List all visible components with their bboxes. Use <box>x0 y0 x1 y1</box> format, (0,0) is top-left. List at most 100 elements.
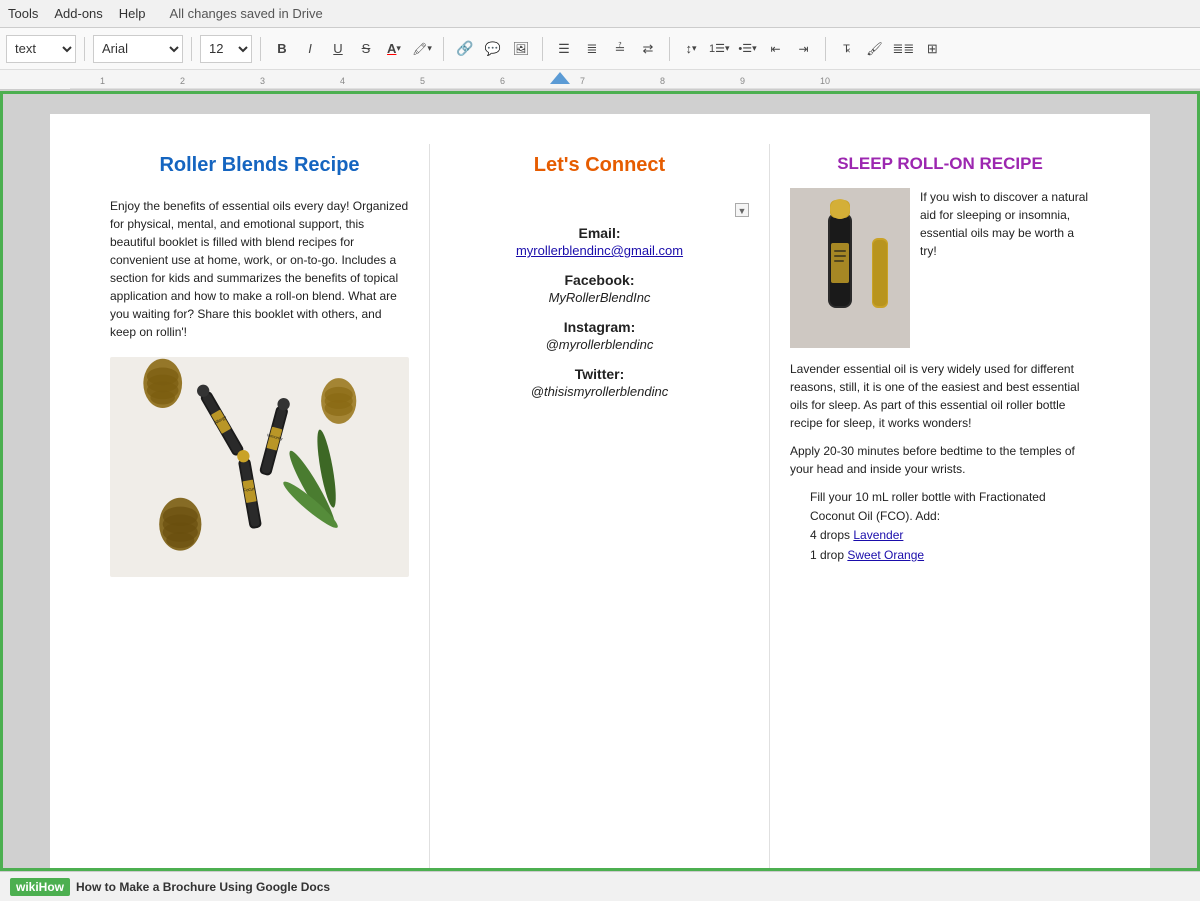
format-group: B I U S A ▾ 🖍 ▾ <box>269 35 435 63</box>
strikethrough-button[interactable]: S <box>353 35 379 63</box>
style-group: text <box>6 35 76 63</box>
lavender-link[interactable]: Lavender <box>853 528 903 542</box>
svg-text:3: 3 <box>260 76 265 86</box>
footer-bar: wikiHow How to Make a Brochure Using Goo… <box>0 871 1200 901</box>
align-right-icon: ≟ <box>615 41 626 57</box>
bullet-list-button[interactable]: •☰ ▾ <box>735 35 761 63</box>
align-center-icon: ≣ <box>587 41 598 57</box>
col1-title: Roller Blends Recipe <box>110 154 409 177</box>
spacing-group: ↕ ▾ 1☰ ▾ •☰ ▾ ⇤ ⇥ <box>678 35 817 63</box>
col3-title: SLEEP ROLL-ON RECIPE <box>790 154 1090 174</box>
col3-para1: Lavender essential oil is very widely us… <box>790 360 1090 432</box>
underline-button[interactable]: U <box>325 35 351 63</box>
sweet-orange-link[interactable]: Sweet Orange <box>847 548 924 562</box>
bullet-list-icon: •☰ <box>738 42 752 55</box>
align-justify-icon: ⇄ <box>643 41 654 57</box>
image-button[interactable]: 🖼 <box>508 35 534 63</box>
link-button[interactable]: 🔗 <box>452 35 478 63</box>
col3-image <box>790 188 910 348</box>
align-group: ☰ ≣ ≟ ⇄ <box>551 35 661 63</box>
align-left-button[interactable]: ☰ <box>551 35 577 63</box>
sep6 <box>669 37 670 61</box>
col3-recipe-intro: Fill your 10 mL roller bottle with Fract… <box>810 488 1090 526</box>
align-left-icon: ☰ <box>558 41 570 57</box>
how-to-label: How to Make a Brochure Using Google Docs <box>76 880 330 894</box>
highlight-icon: 🖍 <box>412 42 427 56</box>
highlight-button[interactable]: 🖍 ▾ <box>409 35 435 63</box>
col1-body: Enjoy the benefits of essential oils eve… <box>110 197 409 341</box>
col3-intro-text: If you wish to discover a natural aid fo… <box>920 188 1090 348</box>
instagram-value: @myrollerblendinc <box>450 337 749 352</box>
col2-title: Let's Connect <box>450 154 749 177</box>
numbered-list-icon: 1☰ <box>709 42 725 55</box>
ruler-inner: 1 2 3 4 5 6 7 8 9 10 <box>70 70 1200 89</box>
column-3: SLEEP ROLL-ON RECIPE <box>770 144 1110 871</box>
indent-less-button[interactable]: ⇤ <box>763 35 789 63</box>
paint-format-icon: 🖌 <box>866 41 883 57</box>
menu-addons[interactable]: Add-ons <box>54 6 102 21</box>
svg-text:1: 1 <box>100 76 105 86</box>
indent-more-icon: ⇥ <box>798 42 808 56</box>
instagram-label: Instagram: <box>564 319 636 335</box>
col3-ingredient1: 4 drops Lavender <box>810 526 1090 545</box>
scroll-indicator[interactable]: ▼ <box>735 203 749 217</box>
text-color-button[interactable]: A ▾ <box>381 35 407 63</box>
paint-format-button[interactable]: 🖌 <box>862 35 888 63</box>
font-group: Arial <box>93 35 183 63</box>
numbered-list-button[interactable]: 1☰ ▾ <box>706 35 733 63</box>
align-right-button[interactable]: ≟ <box>607 35 633 63</box>
italic-button[interactable]: I <box>297 35 323 63</box>
document-wrapper: Roller Blends Recipe Enjoy the benefits … <box>0 91 1200 871</box>
svg-text:9: 9 <box>740 76 745 86</box>
column-2: Let's Connect ▼ Email: myrollerblendinc@… <box>430 144 770 871</box>
image-icon: 🖼 <box>513 41 530 57</box>
extra-group: T✕ 🖌 ≣≣ ⊞ <box>834 35 946 63</box>
col3-ingredient2: 1 drop Sweet Orange <box>810 546 1090 565</box>
email-label: Email: <box>578 225 620 241</box>
align-justify-button[interactable]: ⇄ <box>635 35 661 63</box>
sep1 <box>84 37 85 61</box>
col1-image: Allergy Immunity <box>110 357 409 577</box>
twitter-value: @thisismyrollerblendinc <box>450 384 749 399</box>
email-item: Email: myrollerblendinc@gmail.com <box>450 225 749 258</box>
email-link[interactable]: myrollerblendinc@gmail.com <box>450 243 749 258</box>
facebook-label: Facebook: <box>564 272 634 288</box>
twitter-item: Twitter: @thisismyrollerblendinc <box>450 366 749 399</box>
font-size-dropdown[interactable]: 12 <box>200 35 252 63</box>
align-center-button[interactable]: ≣ <box>579 35 605 63</box>
table-button[interactable]: ⊞ <box>919 35 945 63</box>
facebook-item: Facebook: MyRollerBlendInc <box>450 272 749 305</box>
comment-button[interactable]: 💬 <box>480 35 506 63</box>
sep3 <box>260 37 261 61</box>
svg-text:7: 7 <box>580 76 585 86</box>
sep7 <box>825 37 826 61</box>
facebook-value: MyRollerBlendInc <box>450 290 749 305</box>
ruler: 1 2 3 4 5 6 7 8 9 10 <box>0 70 1200 90</box>
menu-tools[interactable]: Tools <box>8 6 38 21</box>
sep5 <box>542 37 543 61</box>
menu-help[interactable]: Help <box>119 6 146 21</box>
link-icon: 🔗 <box>456 40 473 57</box>
bold-button[interactable]: B <box>269 35 295 63</box>
svg-text:8: 8 <box>660 76 665 86</box>
svg-text:5: 5 <box>420 76 425 86</box>
menu-bar: Tools Add-ons Help All changes saved in … <box>0 0 1200 28</box>
svg-text:6: 6 <box>500 76 505 86</box>
instagram-item: Instagram: @myrollerblendinc <box>450 319 749 352</box>
clear-format-icon: T✕ <box>843 43 850 55</box>
document-page: Roller Blends Recipe Enjoy the benefits … <box>50 114 1150 871</box>
table-icon: ⊞ <box>927 41 938 57</box>
toolbar: text Arial 12 B I U S A ▾ 🖍 ▾ 🔗 💬 <box>0 28 1200 70</box>
indent-more-button[interactable]: ⇥ <box>791 35 817 63</box>
clear-format-button[interactable]: T✕ <box>834 35 860 63</box>
insert-group: 🔗 💬 🖼 <box>452 35 534 63</box>
style-dropdown[interactable]: text <box>6 35 76 63</box>
svg-text:10: 10 <box>820 76 830 86</box>
columns-button[interactable]: ≣≣ <box>890 35 918 63</box>
comment-icon: 💬 <box>485 41 501 57</box>
contact-section: Email: myrollerblendinc@gmail.com Facebo… <box>450 225 749 399</box>
size-group: 12 <box>200 35 252 63</box>
svg-text:4: 4 <box>340 76 345 86</box>
font-dropdown[interactable]: Arial <box>93 35 183 63</box>
line-spacing-button[interactable]: ↕ ▾ <box>678 35 704 63</box>
